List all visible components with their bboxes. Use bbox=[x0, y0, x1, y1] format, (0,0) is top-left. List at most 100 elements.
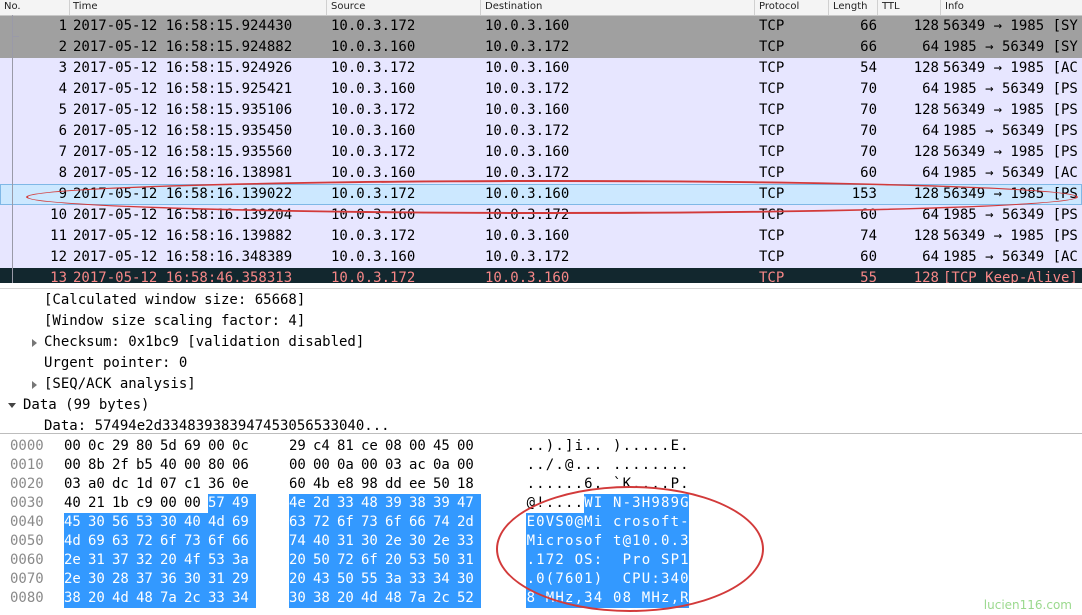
ascii-char[interactable]: . bbox=[680, 437, 690, 456]
hex-byte[interactable]: 29 bbox=[232, 570, 256, 589]
ascii-char[interactable]: . bbox=[574, 494, 584, 513]
ascii-char[interactable]: S bbox=[554, 513, 565, 532]
hex-byte[interactable]: 40 bbox=[313, 532, 337, 551]
ascii-char[interactable]: 0 bbox=[660, 532, 670, 551]
hex-byte[interactable]: 53 bbox=[208, 551, 232, 570]
hex-byte[interactable]: 4e bbox=[289, 494, 313, 513]
hex-byte[interactable]: 6f bbox=[337, 513, 361, 532]
hex-byte[interactable]: 20 bbox=[337, 589, 361, 608]
ascii-char[interactable]: 3 bbox=[660, 570, 670, 589]
ascii-char[interactable]: . bbox=[651, 456, 661, 475]
ascii-char[interactable]: G bbox=[679, 494, 690, 513]
ascii-char[interactable]: O bbox=[574, 551, 584, 570]
hex-byte[interactable]: 74 bbox=[289, 532, 313, 551]
hex-byte[interactable]: 4d bbox=[112, 589, 136, 608]
packet-row[interactable]: 1 2017-05-12 16:58:15.924430 10.0.3.172 10.… bbox=[0, 16, 1082, 37]
ascii-char[interactable]: E bbox=[670, 437, 680, 456]
ascii-char[interactable]: , bbox=[670, 589, 680, 608]
hex-byte[interactable]: 60 bbox=[289, 475, 313, 494]
ascii-char[interactable]: f bbox=[660, 513, 670, 532]
hex-byte[interactable]: 3a bbox=[385, 570, 409, 589]
expand-arrow-icon[interactable] bbox=[32, 339, 37, 347]
ascii-char[interactable]: 9 bbox=[670, 494, 680, 513]
ascii-char[interactable]: - bbox=[679, 513, 690, 532]
hex-byte[interactable]: 34 bbox=[433, 570, 457, 589]
hex-byte[interactable]: 38 bbox=[313, 589, 337, 608]
ascii-char[interactable]: C bbox=[622, 570, 632, 589]
hex-byte[interactable]: 0e bbox=[232, 475, 256, 494]
ascii-char[interactable]: . bbox=[670, 532, 680, 551]
ascii-char[interactable]: 0 bbox=[535, 570, 546, 589]
ascii-char[interactable]: V bbox=[545, 513, 555, 532]
hex-byte[interactable]: 50 bbox=[433, 551, 457, 570]
hex-byte[interactable]: dd bbox=[385, 475, 409, 494]
packet-row[interactable]: 7 2017-05-12 16:58:15.935560 10.0.3.172 10.… bbox=[0, 142, 1082, 163]
ascii-char[interactable]: 4 bbox=[670, 570, 680, 589]
hex-byte[interactable]: 20 bbox=[88, 589, 112, 608]
hex-byte[interactable]: 81 bbox=[337, 437, 361, 456]
hex-byte[interactable]: 80 bbox=[136, 437, 160, 456]
ascii-char[interactable] bbox=[612, 551, 622, 570]
packet-row[interactable]: 8 2017-05-12 16:58:16.138981 10.0.3.160 10.… bbox=[0, 163, 1082, 184]
ascii-char[interactable] bbox=[603, 475, 613, 494]
hex-byte[interactable]: 52 bbox=[457, 589, 481, 608]
hex-byte[interactable]: 36 bbox=[160, 570, 184, 589]
hex-byte[interactable]: 4f bbox=[184, 551, 208, 570]
hex-byte[interactable]: 63 bbox=[289, 513, 313, 532]
ascii-char[interactable] bbox=[602, 551, 613, 570]
hex-byte[interactable]: 43 bbox=[313, 570, 337, 589]
ascii-char[interactable]: . bbox=[545, 475, 555, 494]
ascii-char[interactable]: i bbox=[574, 437, 584, 456]
ascii-char[interactable]: i bbox=[535, 532, 546, 551]
hex-byte[interactable]: 30 bbox=[88, 570, 112, 589]
hex-byte[interactable]: 30 bbox=[184, 570, 208, 589]
packet-row[interactable]: 10 2017-05-12 16:58:16.139204 10.0.3.160 10… bbox=[0, 205, 1082, 226]
hex-byte[interactable]: 28 bbox=[112, 570, 136, 589]
hex-byte[interactable]: 30 bbox=[409, 532, 433, 551]
ascii-char[interactable] bbox=[650, 551, 661, 570]
hex-byte[interactable]: 4d bbox=[208, 513, 232, 532]
hex-byte[interactable]: 2e bbox=[64, 570, 88, 589]
ascii-char[interactable]: 3 bbox=[583, 589, 594, 608]
ascii-char[interactable]: . bbox=[536, 437, 546, 456]
ascii-char[interactable]: R bbox=[679, 589, 690, 608]
packet-row[interactable]: 3 2017-05-12 16:58:15.924926 10.0.3.172 10.… bbox=[0, 58, 1082, 79]
hex-byte[interactable]: 33 bbox=[457, 532, 481, 551]
hex-byte[interactable]: 20 bbox=[289, 570, 313, 589]
ascii-char[interactable]: : bbox=[593, 551, 603, 570]
hex-byte[interactable]: 20 bbox=[289, 551, 313, 570]
ascii-char[interactable]: . bbox=[584, 437, 594, 456]
ascii-char[interactable]: 1 bbox=[583, 570, 594, 589]
hex-byte[interactable]: 29 bbox=[289, 437, 313, 456]
ascii-char[interactable]: 2 bbox=[554, 551, 565, 570]
ascii-char[interactable]: 0 bbox=[564, 513, 574, 532]
hex-byte[interactable]: 5d bbox=[160, 437, 184, 456]
ascii-char[interactable]: . bbox=[632, 437, 642, 456]
ascii-char[interactable]: 0 bbox=[574, 570, 584, 589]
detail-line[interactable]: [SEQ/ACK analysis] bbox=[0, 374, 1082, 395]
hex-byte[interactable]: 49 bbox=[232, 494, 256, 513]
hex-byte[interactable]: 80 bbox=[208, 456, 232, 475]
ascii-char[interactable]: . bbox=[564, 494, 574, 513]
ascii-char[interactable]: . bbox=[555, 494, 565, 513]
ascii-char[interactable]: . bbox=[650, 532, 661, 551]
ascii-char[interactable]: r bbox=[631, 551, 642, 570]
hex-byte[interactable]: 57 bbox=[208, 494, 232, 513]
ascii-char[interactable] bbox=[602, 570, 613, 589]
hex-byte[interactable]: 39 bbox=[385, 494, 409, 513]
ascii-char[interactable]: ! bbox=[536, 494, 546, 513]
ascii-char[interactable]: . bbox=[660, 437, 670, 456]
hex-byte[interactable]: 50 bbox=[337, 570, 361, 589]
ascii-char[interactable]: . bbox=[555, 456, 565, 475]
ascii-char[interactable]: I bbox=[593, 494, 603, 513]
ascii-char[interactable]: 1 bbox=[631, 532, 642, 551]
hex-byte[interactable]: 56 bbox=[112, 513, 136, 532]
hex-byte[interactable]: 40 bbox=[184, 513, 208, 532]
hex-byte[interactable]: dc bbox=[112, 475, 136, 494]
packet-row[interactable]: 6 2017-05-12 16:58:15.935450 10.0.3.160 10.… bbox=[0, 121, 1082, 142]
hex-byte[interactable]: 29 bbox=[112, 437, 136, 456]
hex-byte[interactable]: 0a bbox=[433, 456, 457, 475]
ascii-char[interactable]: @ bbox=[574, 513, 584, 532]
ascii-char[interactable]: 3 bbox=[679, 532, 690, 551]
hex-byte[interactable]: 63 bbox=[112, 532, 136, 551]
